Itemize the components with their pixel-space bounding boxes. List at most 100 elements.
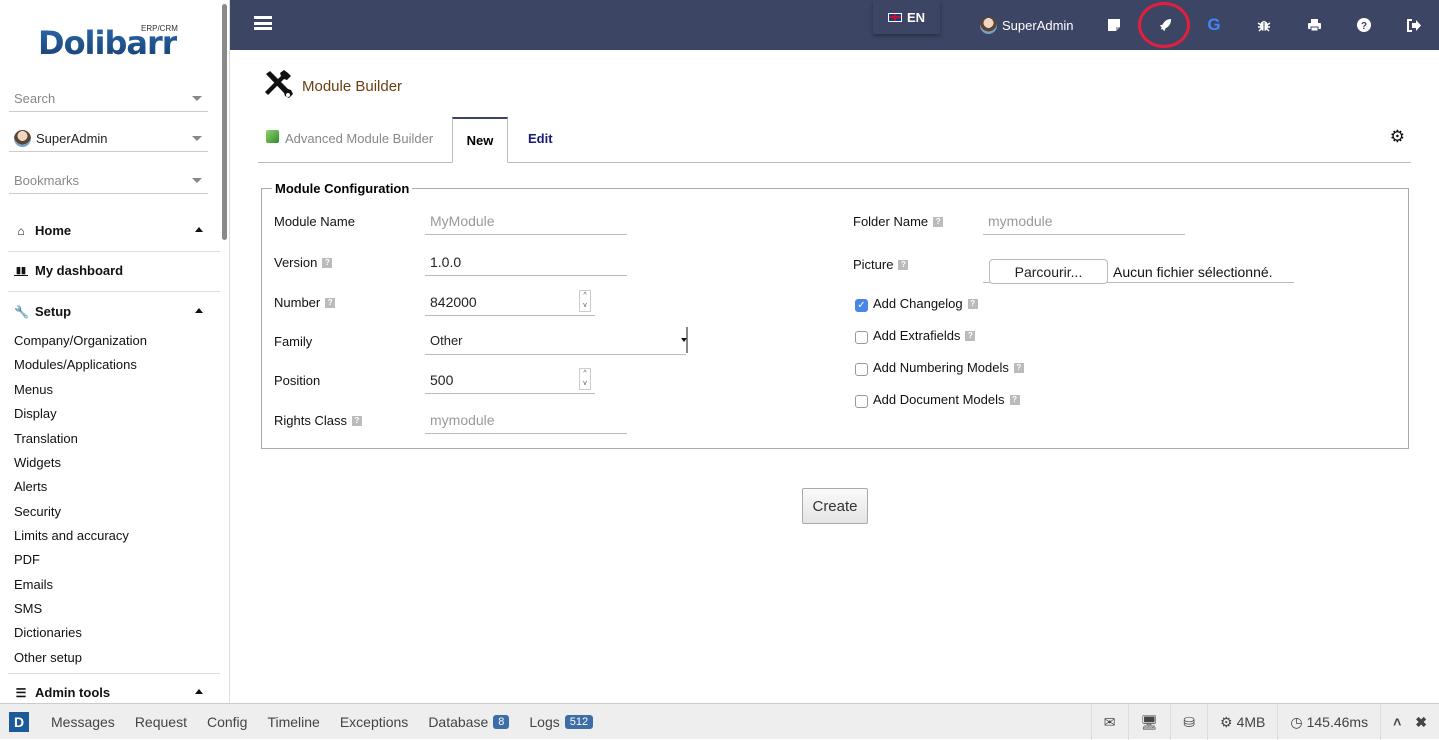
add-document-models-label: Add Document Models? <box>873 392 1020 407</box>
help-icon: ? <box>1013 362 1024 373</box>
setup-item[interactable]: Display <box>14 406 57 421</box>
setup-item[interactable]: Company/Organization <box>14 333 147 348</box>
setup-item[interactable]: Widgets <box>14 455 61 470</box>
debugbar-logo[interactable]: D <box>9 711 29 732</box>
search-select[interactable]: Search <box>9 86 208 112</box>
browse-file-button[interactable]: Parcourir... <box>989 259 1108 284</box>
menu-admin-tools-label: Admin tools <box>35 685 111 700</box>
bug-icon[interactable] <box>1254 15 1274 35</box>
setup-item[interactable]: SMS <box>14 601 42 616</box>
svg-text:?: ? <box>1361 21 1367 32</box>
add-changelog-checkbox[interactable]: ✓ <box>855 299 868 312</box>
setup-item[interactable]: Dictionaries <box>14 625 82 640</box>
add-numbering-models-label: Add Numbering Models? <box>873 360 1024 375</box>
monitor-icon[interactable]: 🖥 <box>1127 704 1171 740</box>
close-icon[interactable]: ✖ <box>1415 714 1427 731</box>
bookmarks-select[interactable]: Bookmarks <box>9 168 208 194</box>
main-content: Module Builder Advanced Module Builder N… <box>230 50 1439 703</box>
menu-dashboard[interactable]: ▮▮ My dashboard <box>14 263 123 278</box>
menu-admin-tools[interactable]: ☰ Admin tools <box>14 685 111 700</box>
number-input[interactable]: 842000 ^ v <box>425 288 595 316</box>
sidebar: Dolibarr ERP/CRM Search SuperAdmin Bookm… <box>0 0 230 703</box>
top-navbar: EN SuperAdmin G ? <box>230 0 1439 50</box>
menu-home[interactable]: ⌂ Home <box>14 223 71 238</box>
mail-icon[interactable]: ✉ <box>1090 704 1128 740</box>
sidebar-scrollbar[interactable] <box>222 4 227 240</box>
chevron-up-icon[interactable]: ˄ <box>1393 714 1401 730</box>
bar-chart-icon: ▮▮ <box>14 265 28 276</box>
folder-name-input[interactable]: mymodule <box>983 207 1185 235</box>
version-input[interactable]: 1.0.0 <box>425 248 627 276</box>
add-numbering-models-checkbox[interactable] <box>855 363 868 376</box>
debug-tab-messages[interactable]: Messages <box>51 714 115 730</box>
search-placeholder: Search <box>14 91 56 106</box>
tab-advanced-module-builder[interactable]: Advanced Module Builder <box>266 130 433 146</box>
divider <box>8 251 220 252</box>
module-name-label: Module Name <box>274 214 355 229</box>
setup-item[interactable]: Modules/Applications <box>14 357 137 372</box>
setup-item[interactable]: Menus <box>14 382 53 397</box>
hamburger-menu-icon[interactable] <box>254 16 272 30</box>
note-icon[interactable] <box>1104 15 1124 35</box>
help-icon: ? <box>1009 394 1020 405</box>
server-icon: ☰ <box>15 685 27 700</box>
debug-tab-request[interactable]: Request <box>135 714 187 730</box>
create-button[interactable]: Create <box>802 488 868 524</box>
cogs-icon: ⚙ <box>1220 713 1233 730</box>
google-icon[interactable]: G <box>1204 15 1224 35</box>
print-icon[interactable] <box>1304 15 1324 35</box>
wrench-icon: 🔧 <box>14 304 29 319</box>
position-label: Position <box>274 373 321 388</box>
add-extrafields-checkbox[interactable] <box>855 331 868 344</box>
menu-setup-label: Setup <box>35 304 72 319</box>
database-count-badge: 8 <box>493 714 510 729</box>
tools-icon <box>262 70 294 103</box>
debug-bar: D Messages Request Config Timeline Excep… <box>0 703 1439 740</box>
help-icon[interactable]: ? <box>1354 15 1374 35</box>
rights-class-input[interactable]: mymodule <box>425 406 627 434</box>
user-select-value: SuperAdmin <box>36 131 108 146</box>
setup-item[interactable]: Emails <box>14 577 53 592</box>
tab-new[interactable]: New <box>452 117 508 163</box>
gear-icon[interactable]: ⚙ <box>1390 127 1405 147</box>
language-selector[interactable]: EN <box>873 0 940 34</box>
logout-icon[interactable] <box>1403 15 1423 35</box>
collapse-icon[interactable] <box>195 308 203 313</box>
debug-tab-database[interactable]: Database 8 <box>428 714 510 730</box>
add-document-models-checkbox[interactable] <box>855 395 868 408</box>
debug-tab-config[interactable]: Config <box>207 714 247 730</box>
home-icon: ⌂ <box>17 223 25 238</box>
family-label: Family <box>274 334 313 349</box>
setup-item[interactable]: Other setup <box>14 650 82 665</box>
spinner-icon[interactable]: ^ v <box>579 290 591 312</box>
avatar <box>14 130 31 147</box>
family-select[interactable]: Other <box>425 327 688 355</box>
debug-tab-logs[interactable]: Logs 512 <box>529 714 594 730</box>
setup-item[interactable]: PDF <box>14 552 40 567</box>
module-name-input[interactable]: MyModule <box>425 207 627 235</box>
collapse-icon[interactable] <box>195 689 203 694</box>
debug-tab-timeline[interactable]: Timeline <box>267 714 319 730</box>
clock-icon: ◷ <box>1290 713 1303 730</box>
setup-item[interactable]: Alerts <box>14 479 47 494</box>
position-input[interactable]: 500 ^ v <box>425 366 595 394</box>
language-label: EN <box>906 9 926 25</box>
collapse-icon[interactable] <box>195 227 203 232</box>
tab-bar: Advanced Module Builder New Edit ⚙ <box>258 117 1411 163</box>
menu-setup[interactable]: 🔧 Setup <box>14 304 71 319</box>
tab-edit-label: Edit <box>528 131 553 146</box>
debugbar-controls: ˄ ✖ <box>1380 704 1439 740</box>
setup-item[interactable]: Translation <box>14 431 78 446</box>
user-menu[interactable]: SuperAdmin <box>980 17 1074 34</box>
user-select[interactable]: SuperAdmin <box>9 126 208 152</box>
logo-subtitle: ERP/CRM <box>141 24 178 33</box>
debug-tab-exceptions[interactable]: Exceptions <box>340 714 408 730</box>
user-name: SuperAdmin <box>1002 18 1074 33</box>
setup-item[interactable]: Security <box>14 504 61 519</box>
setup-item[interactable]: Limits and accuracy <box>14 528 129 543</box>
database-icon[interactable]: ⛁ <box>1170 704 1207 740</box>
tab-edit[interactable]: Edit <box>528 131 553 146</box>
page-title-text: Module Builder <box>302 78 403 95</box>
dolibarr-logo[interactable]: Dolibarr ERP/CRM <box>38 22 178 62</box>
spinner-icon[interactable]: ^ v <box>579 368 591 390</box>
